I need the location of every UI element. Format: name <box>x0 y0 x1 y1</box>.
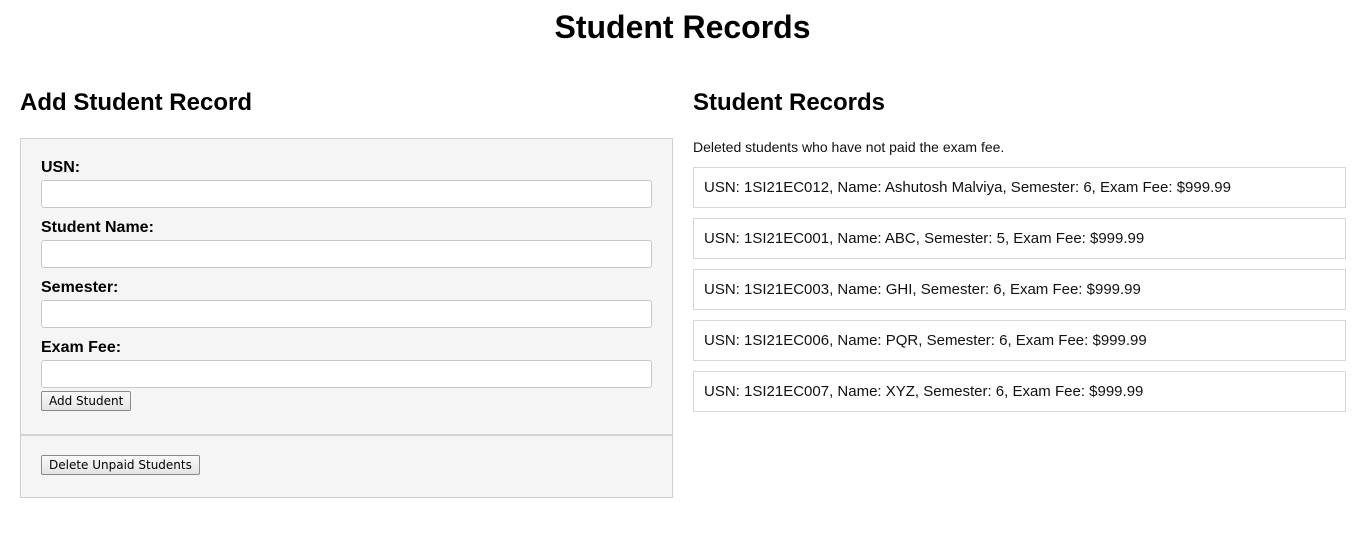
semester-input[interactable] <box>41 300 652 328</box>
page-title: Student Records <box>554 9 811 45</box>
add-student-section: Add Student Record USN: Student Name: Se… <box>20 88 673 498</box>
student-records-heading: Student Records <box>693 89 886 116</box>
add-student-form: USN: Student Name: Semester: Exam Fee: A… <box>20 138 673 498</box>
add-student-heading: Add Student Record <box>20 89 252 116</box>
form-divider <box>21 434 672 436</box>
record-item: USN: 1SI21EC003, Name: GHI, Semester: 6,… <box>693 269 1346 310</box>
exam-fee-label: Exam Fee: <box>41 339 122 356</box>
record-item: USN: 1SI21EC012, Name: Ashutosh Malviya,… <box>693 167 1346 208</box>
record-item: USN: 1SI21EC001, Name: ABC, Semester: 5,… <box>693 218 1346 259</box>
record-item: USN: 1SI21EC007, Name: XYZ, Semester: 6,… <box>693 371 1346 412</box>
add-student-button[interactable]: Add Student <box>41 391 132 411</box>
delete-unpaid-students-button[interactable]: Delete Unpaid Students <box>41 455 200 475</box>
student-name-label: Student Name: <box>41 219 154 236</box>
record-item: USN: 1SI21EC006, Name: PQR, Semester: 6,… <box>693 320 1346 361</box>
semester-label: Semester: <box>41 279 119 296</box>
student-records-section: Student Records Deleted students who hav… <box>693 88 1346 412</box>
usn-label: USN: <box>41 159 81 176</box>
records-list: USN: 1SI21EC012, Name: Ashutosh Malviya,… <box>693 167 1346 422</box>
student-name-input[interactable] <box>41 240 652 268</box>
status-message: Deleted students who have not paid the e… <box>693 139 1005 155</box>
exam-fee-input[interactable] <box>41 360 652 388</box>
form-fields: USN: Student Name: Semester: Exam Fee: <box>41 159 652 399</box>
usn-input[interactable] <box>41 180 652 208</box>
